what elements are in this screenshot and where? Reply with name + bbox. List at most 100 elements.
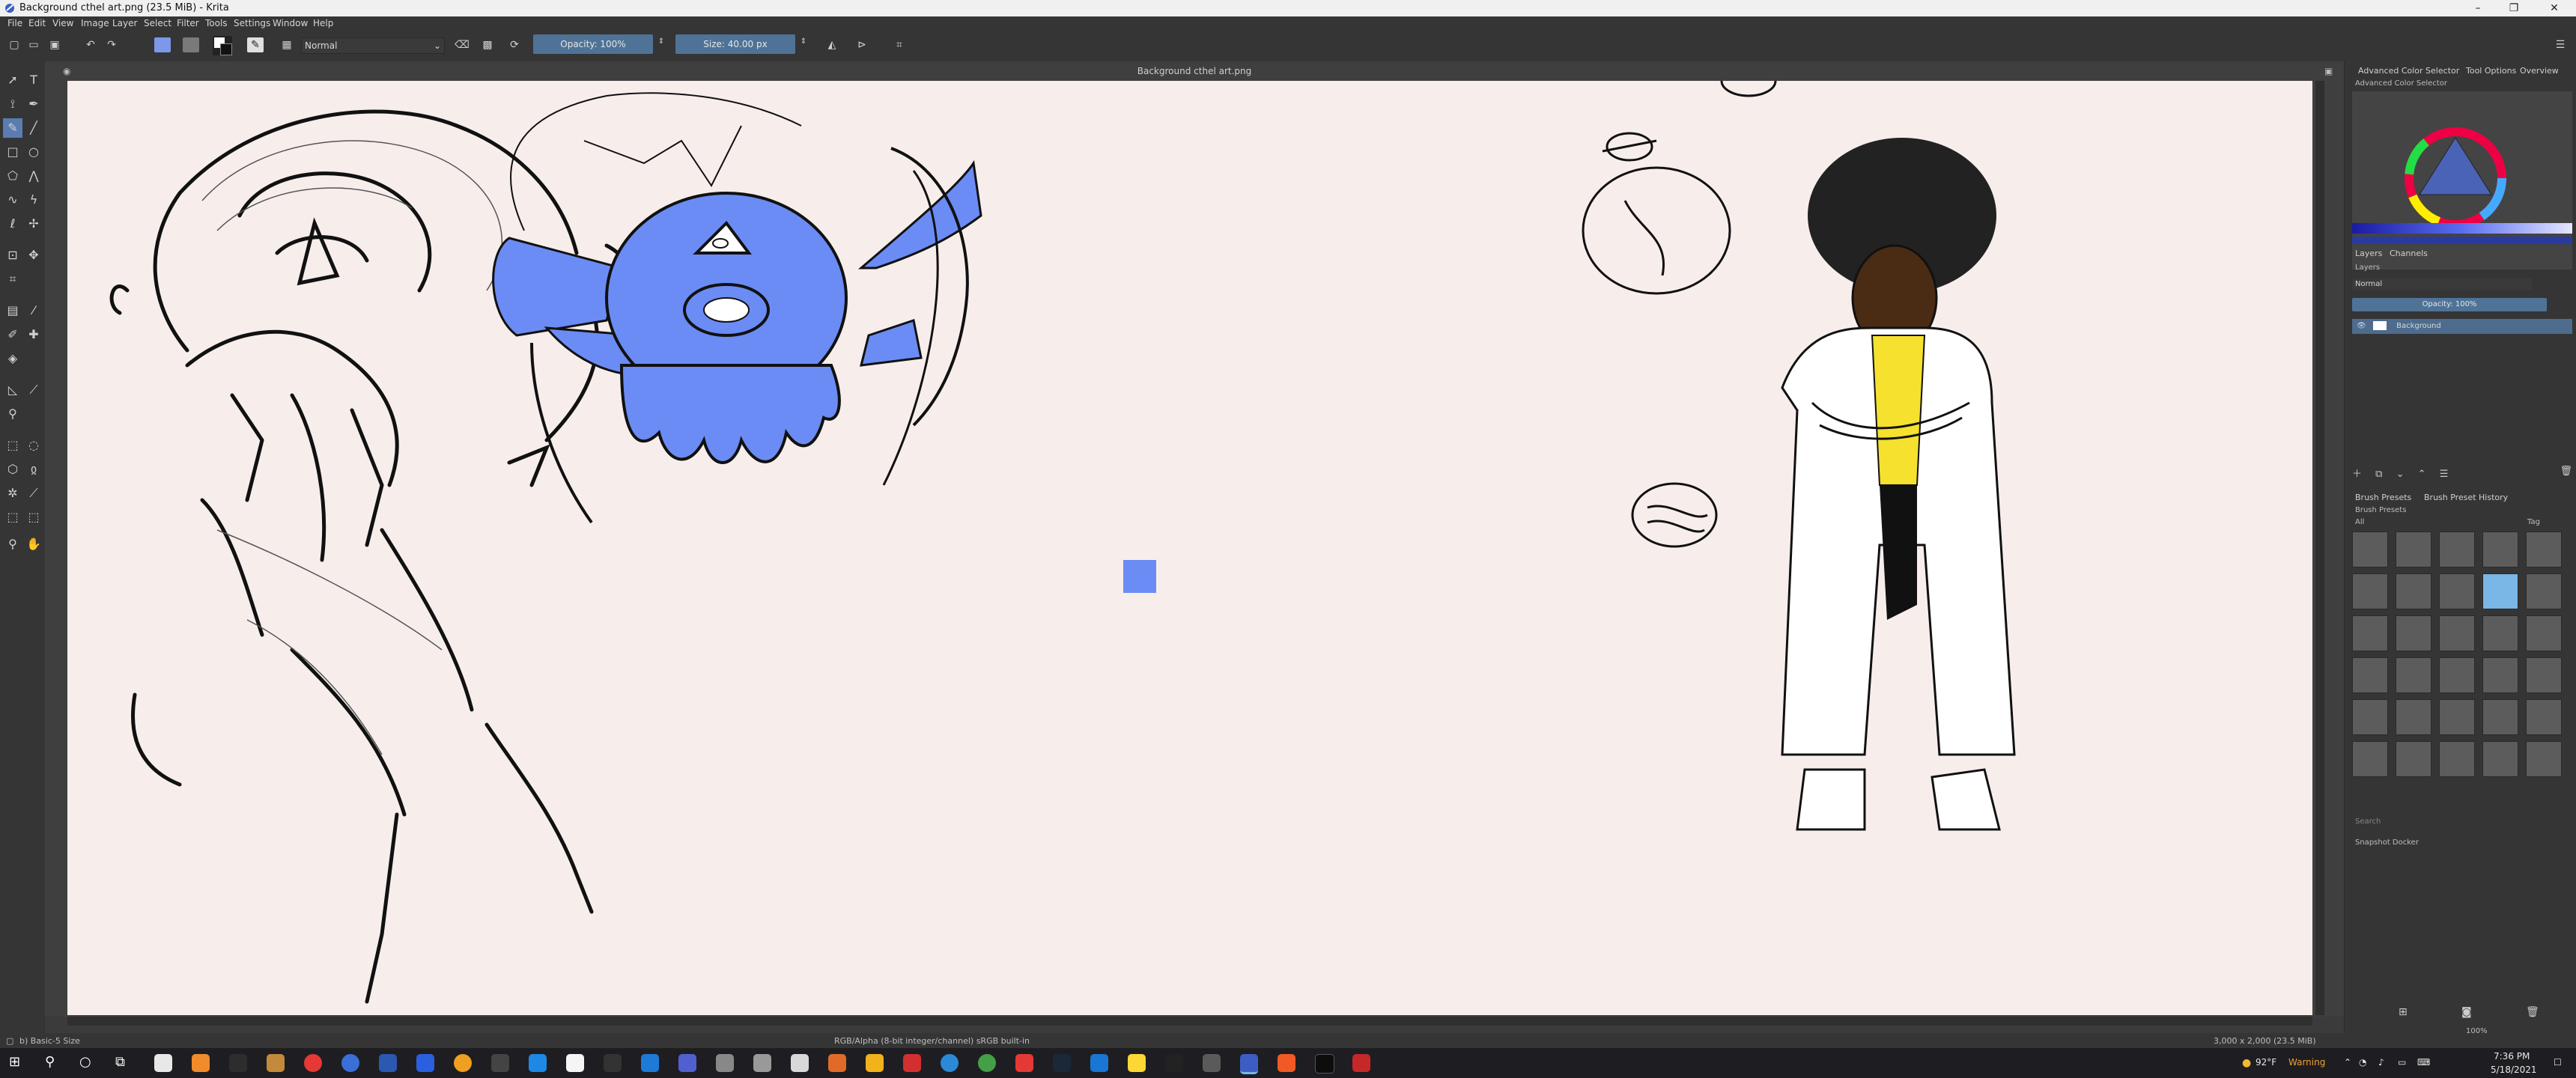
- color-sampler-icon[interactable]: ⁄: [24, 301, 43, 320]
- store-app-icon[interactable]: [154, 1054, 172, 1072]
- app-icon-white[interactable]: [566, 1054, 584, 1072]
- assistant-tool-icon[interactable]: ◺: [3, 380, 22, 400]
- brush-preset[interactable]: [2352, 532, 2388, 567]
- brush-preset[interactable]: [2439, 657, 2475, 693]
- fill-pattern-icon[interactable]: [183, 37, 199, 52]
- brush-preset[interactable]: [2482, 699, 2518, 735]
- brush-search-input[interactable]: Search: [2355, 817, 2381, 826]
- magnetic-select-icon[interactable]: ⬚: [24, 508, 43, 527]
- visibility-eye-icon[interactable]: 👁: [2357, 322, 2366, 330]
- windows-start-icon[interactable]: ⊞: [9, 1054, 27, 1072]
- menu-file[interactable]: File: [7, 18, 22, 28]
- app-icon-coin[interactable]: [454, 1054, 472, 1072]
- canvas-menu-icon[interactable]: ◉: [63, 66, 70, 76]
- open-document-icon[interactable]: ▭: [25, 37, 42, 52]
- fill-tool-icon[interactable]: ◈: [3, 349, 22, 368]
- brush-preset[interactable]: [2396, 657, 2431, 693]
- brush-preset[interactable]: [2396, 615, 2431, 651]
- layer-properties-icon[interactable]: ☰: [2440, 469, 2449, 480]
- brush-preset[interactable]: [2439, 615, 2475, 651]
- app-icon-purple[interactable]: [678, 1054, 696, 1072]
- measure-tool-icon[interactable]: ⟋: [24, 380, 43, 400]
- fill-gradient-icon[interactable]: [154, 37, 171, 52]
- brush-preset[interactable]: [2439, 741, 2475, 777]
- brush-preset[interactable]: [2526, 741, 2562, 777]
- brush-preset[interactable]: [2526, 657, 2562, 693]
- app-icon-terminal[interactable]: [1165, 1054, 1183, 1072]
- polygon-select-icon[interactable]: ⬡: [3, 460, 22, 479]
- minimize-button[interactable]: –: [2461, 0, 2495, 16]
- layer-row-background[interactable]: 👁 Background: [2352, 319, 2572, 334]
- line-tool-icon[interactable]: ╱: [24, 118, 43, 138]
- menu-filter[interactable]: Filter: [177, 18, 199, 28]
- maximize-button[interactable]: ❐: [2497, 0, 2531, 16]
- tab-advanced-color-selector[interactable]: Advanced Color Selector: [2358, 66, 2459, 76]
- drawing-canvas[interactable]: [67, 81, 2312, 1015]
- chrome-icon[interactable]: [304, 1054, 322, 1072]
- size-spin-icon[interactable]: ⇕: [795, 34, 812, 49]
- brush-preset[interactable]: [2526, 532, 2562, 567]
- toolbar-menu-icon[interactable]: ☰: [2552, 37, 2569, 52]
- move-layer-down-icon[interactable]: ⌄: [2396, 469, 2405, 480]
- reference-tool-icon[interactable]: ⚲: [3, 404, 22, 424]
- battery-icon[interactable]: ▭: [2398, 1057, 2406, 1068]
- app-icon-yellow[interactable]: [866, 1054, 884, 1072]
- app-icon-blue[interactable]: [379, 1054, 397, 1072]
- add-layer-icon[interactable]: ＋: [2352, 469, 2362, 480]
- brush-preset[interactable]: [2526, 615, 2562, 651]
- select-shapes-icon[interactable]: ➚: [3, 70, 22, 90]
- blender-icon[interactable]: [828, 1054, 846, 1072]
- brush-tag-select[interactable]: Tag: [2527, 518, 2540, 526]
- color-swatches-icon[interactable]: [213, 36, 232, 55]
- weather-temp[interactable]: 92°F: [2255, 1057, 2276, 1068]
- reload-preset-icon[interactable]: ⟳: [506, 37, 523, 52]
- preset-grid-icon[interactable]: ▦: [279, 37, 295, 52]
- preserve-alpha-icon[interactable]: ▩: [479, 37, 496, 52]
- close-button[interactable]: ✕: [2537, 0, 2572, 16]
- ellipse-select-icon[interactable]: ◌: [24, 436, 43, 455]
- multibrush-icon[interactable]: ✢: [24, 214, 43, 234]
- app-icon-red-3[interactable]: [1352, 1054, 1370, 1072]
- similar-select-icon[interactable]: ⟋: [24, 484, 43, 503]
- app-icon-blue-round[interactable]: [341, 1054, 359, 1072]
- save-document-icon[interactable]: ▣: [46, 37, 63, 52]
- transform-tool-icon[interactable]: ⊡: [3, 246, 22, 265]
- file-explorer-icon[interactable]: [1128, 1054, 1146, 1072]
- vscode-icon[interactable]: [641, 1054, 659, 1072]
- tab-tool-options[interactable]: Tool Options: [2466, 66, 2516, 76]
- brush-preset[interactable]: [2482, 657, 2518, 693]
- app-icon-dark[interactable]: [229, 1054, 247, 1072]
- brush-preset-icon[interactable]: ✎: [247, 37, 264, 52]
- gradient-tool-icon[interactable]: ▤: [3, 301, 22, 320]
- app-icon-orange[interactable]: [192, 1054, 210, 1072]
- contiguous-select-icon[interactable]: ✲: [3, 484, 22, 503]
- colorize-mask-icon[interactable]: ✐: [3, 325, 22, 344]
- mirror-vertical-icon[interactable]: ⊳: [854, 37, 870, 52]
- opacity-spin-icon[interactable]: ⇕: [653, 34, 669, 49]
- brush-preset[interactable]: [2396, 532, 2431, 567]
- tab-overview[interactable]: Overview: [2520, 66, 2559, 76]
- redo-icon[interactable]: ↷: [103, 37, 120, 52]
- search-icon[interactable]: ⚲: [45, 1054, 63, 1072]
- pan-tool-icon[interactable]: ✋: [24, 535, 43, 554]
- app-icon-files[interactable]: [791, 1054, 809, 1072]
- freehand-brush-icon[interactable]: ✎: [3, 118, 22, 138]
- polygon-tool-icon[interactable]: ⬠: [3, 166, 22, 186]
- brush-preset[interactable]: [2526, 573, 2562, 609]
- menu-view[interactable]: View: [52, 18, 73, 28]
- edge-icon[interactable]: [941, 1054, 959, 1072]
- color-selector[interactable]: [2352, 91, 2572, 270]
- bezier-select-icon[interactable]: ⬚: [3, 508, 22, 527]
- brush-preset[interactable]: [2439, 573, 2475, 609]
- brush-preset[interactable]: [2482, 741, 2518, 777]
- brush-preset[interactable]: [2396, 741, 2431, 777]
- new-document-icon[interactable]: ▢: [6, 37, 22, 52]
- steam-icon[interactable]: [1053, 1054, 1071, 1072]
- wrap-around-icon[interactable]: ⌗: [891, 37, 908, 52]
- task-view-icon[interactable]: ⧉: [115, 1054, 133, 1072]
- menu-settings[interactable]: Settings: [234, 18, 270, 28]
- brush-preset[interactable]: [2526, 699, 2562, 735]
- dynamic-brush-icon[interactable]: ℓ: [3, 214, 22, 234]
- app-icon-slack[interactable]: [604, 1054, 622, 1072]
- move-tool-icon[interactable]: ✥: [24, 246, 43, 265]
